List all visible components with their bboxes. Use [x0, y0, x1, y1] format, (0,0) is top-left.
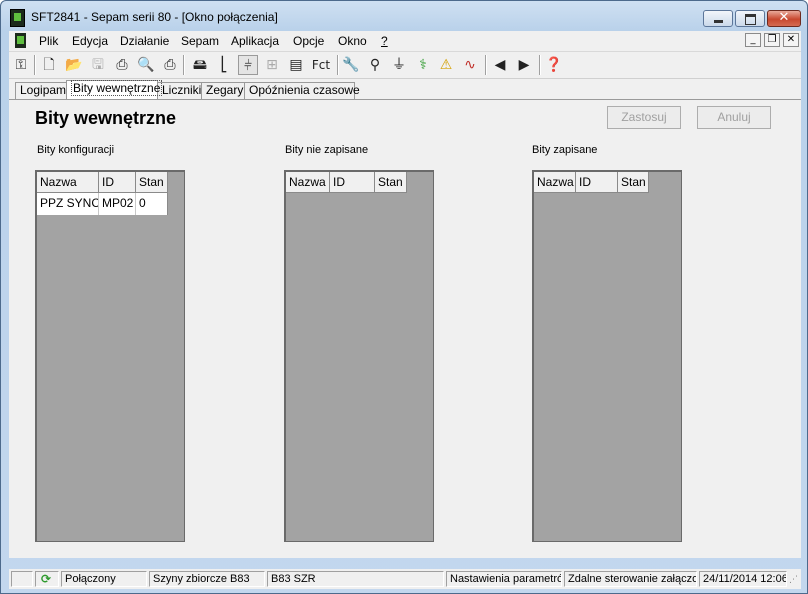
- column-header-name[interactable]: Nazwa: [286, 172, 330, 193]
- column-header-id[interactable]: ID: [99, 172, 136, 193]
- window-title: SFT2841 - Sepam serii 80 - [Okno połącze…: [31, 10, 278, 24]
- resize-grip-icon[interactable]: ⋰: [789, 575, 799, 585]
- wrench-icon[interactable]: 🔧: [341, 55, 361, 75]
- mdi-minimize-button[interactable]: _: [745, 33, 761, 47]
- device-status: B83 SZR: [267, 571, 444, 587]
- page-title: Bity wewnętrzne: [35, 108, 177, 128]
- tab-liczniki[interactable]: Liczniki: [157, 82, 202, 99]
- functions-button[interactable]: Fct: [309, 55, 333, 75]
- application-window: SFT2841 - Sepam serii 80 - [Okno połącze…: [0, 0, 808, 594]
- table-cell-state[interactable]: 0: [136, 193, 168, 215]
- column-header-state[interactable]: Stan: [618, 172, 649, 193]
- antenna-icon[interactable]: ⚲: [365, 55, 385, 75]
- table-cell-id[interactable]: MP02: [99, 193, 136, 215]
- menu-help[interactable]: ?: [381, 34, 388, 48]
- unsaved-bits-grid[interactable]: Nazwa ID Stan: [284, 170, 434, 542]
- menu-opcje[interactable]: Opcje: [293, 34, 324, 48]
- close-icon: ✕: [778, 10, 790, 25]
- saved-bits-label: Bity zapisane: [532, 144, 598, 156]
- device-check-icon[interactable]: ⚕: [413, 55, 433, 75]
- key-icon[interactable]: ⚿: [11, 55, 31, 75]
- config-bits-label: Bity konfiguracji: [37, 144, 115, 156]
- menu-edycja[interactable]: Edycja: [72, 34, 108, 48]
- status-bar: ⟳ Połączony Szyny zbiorcze B83 B83 SZR N…: [9, 569, 801, 589]
- mdi-close-button[interactable]: ✕: [783, 33, 799, 47]
- open-folder-icon[interactable]: 📂: [64, 55, 84, 75]
- print-settings-icon[interactable]: ⎙: [112, 55, 132, 75]
- menu-sepam[interactable]: Sepam: [181, 34, 219, 48]
- curve-icon[interactable]: ⎣: [214, 55, 234, 75]
- column-header-id[interactable]: ID: [576, 172, 618, 193]
- remote-control-status: Zdalne sterowanie załączone: [564, 571, 697, 587]
- document-window-icon[interactable]: [15, 33, 26, 48]
- toolbar-separator: [539, 55, 541, 75]
- new-file-icon[interactable]: 🗋: [39, 55, 59, 75]
- toolbar-separator: [337, 55, 339, 75]
- saved-bits-grid[interactable]: Nazwa ID Stan: [532, 170, 682, 542]
- toolbar-separator: [485, 55, 487, 75]
- column-header-name[interactable]: Nazwa: [534, 172, 576, 193]
- tab-strip: Logipam Bity wewnętrzne Liczniki Zegary …: [9, 79, 801, 99]
- minimize-button[interactable]: [703, 10, 733, 27]
- refresh-icon[interactable]: ⟳: [41, 573, 53, 585]
- network-icon[interactable]: ⊞: [262, 55, 282, 75]
- config-bits-grid[interactable]: Nazwa ID Stan PPZ SYNC MP02 0: [35, 170, 185, 542]
- column-header-name[interactable]: Nazwa: [37, 172, 99, 193]
- help-icon[interactable]: ❓: [544, 55, 564, 75]
- toolbar-separator: [34, 55, 36, 75]
- maximize-button[interactable]: [735, 10, 765, 27]
- tab-logipam[interactable]: Logipam: [15, 82, 67, 99]
- unsaved-bits-label: Bity nie zapisane: [285, 144, 369, 156]
- menu-okno[interactable]: Okno: [338, 34, 367, 48]
- status-pane-empty: [11, 571, 33, 587]
- switch-icon[interactable]: ⏚: [389, 55, 409, 75]
- settings-status: Nastawienia parametrów: [446, 571, 562, 587]
- print-preview-icon[interactable]: 🔍: [136, 55, 156, 75]
- waveform-icon[interactable]: ∿: [460, 55, 480, 75]
- mdi-restore-button[interactable]: ❐: [764, 33, 780, 47]
- tab-zegary[interactable]: Zegary: [201, 82, 245, 99]
- menu-bar: Plik Edycja Działanie Sepam Aplikacja Op…: [9, 31, 801, 52]
- app-icon[interactable]: [10, 9, 25, 27]
- column-header-state[interactable]: Stan: [136, 172, 168, 193]
- save-icon[interactable]: 🖫: [88, 55, 108, 75]
- previous-icon[interactable]: ◀: [490, 55, 510, 75]
- tab-bity-wewnetrzne[interactable]: Bity wewnętrzne: [66, 80, 163, 99]
- next-icon[interactable]: ▶: [514, 55, 534, 75]
- column-header-state[interactable]: Stan: [375, 172, 407, 193]
- column-header-id[interactable]: ID: [330, 172, 375, 193]
- table-cell-name[interactable]: PPZ SYNC: [37, 193, 99, 215]
- internal-bits-page: Bity wewnętrzne Zastosuj Anuluj Bity kon…: [9, 99, 801, 558]
- toolbar-separator: [183, 55, 185, 75]
- title-bar[interactable]: SFT2841 - Sepam serii 80 - [Okno połącze…: [1, 1, 807, 31]
- connection-status: Połączony: [61, 571, 147, 587]
- cancel-button[interactable]: Anuluj: [697, 106, 771, 129]
- warning-icon[interactable]: ⚠: [436, 55, 456, 75]
- toolbar: ⚿ 🗋 📂 🖫 ⎙ 🔍 ⎙ 🖴 ⎣ ⫩ ⊞ ▤ Fct 🔧 ⚲ ⏚ ⚕ ⚠ ∿ …: [9, 52, 801, 79]
- print-icon[interactable]: ⎙: [160, 55, 180, 75]
- logic-diagram-icon[interactable]: ⫩: [238, 55, 258, 75]
- busbar-status: Szyny zbiorcze B83: [149, 571, 265, 587]
- tab-label: Bity wewnętrzne: [71, 80, 163, 96]
- save-to-sepam-icon[interactable]: 🖴: [190, 55, 210, 75]
- tab-opoznienia-czasowe[interactable]: Opóźnienia czasowe: [244, 82, 360, 99]
- menu-dzialanie[interactable]: Działanie: [120, 34, 169, 48]
- table-icon[interactable]: ▤: [286, 55, 306, 75]
- close-button[interactable]: ✕: [767, 10, 801, 27]
- menu-plik[interactable]: Plik: [39, 34, 58, 48]
- apply-button[interactable]: Zastosuj: [607, 106, 681, 129]
- datetime-status: 24/11/2014 12:06: [699, 571, 787, 587]
- menu-aplikacja[interactable]: Aplikacja: [231, 34, 279, 48]
